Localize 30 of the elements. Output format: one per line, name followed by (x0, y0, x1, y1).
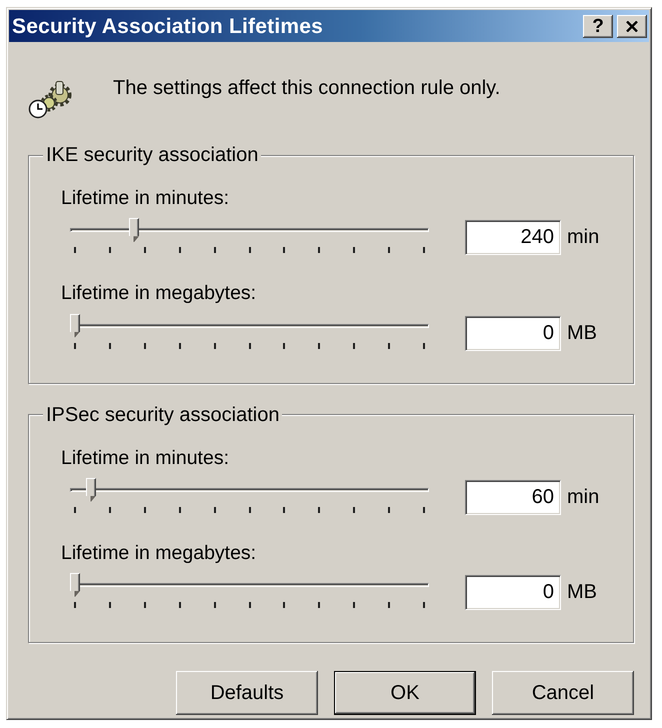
slider-track[interactable] (70, 218, 429, 242)
value-field[interactable]: 240 (465, 220, 561, 256)
group-title: IKE security association (43, 144, 262, 166)
slider-track[interactable] (70, 478, 429, 502)
window-title: Security Association Lifetimes (12, 16, 324, 36)
slider-thumb[interactable] (129, 218, 139, 242)
slider-track[interactable] (70, 314, 429, 338)
unit-label: min (567, 484, 600, 510)
dialog-button[interactable]: Cancel (492, 671, 634, 715)
help-button[interactable]: ? (583, 14, 613, 38)
setting-label: Lifetime in megabytes: (61, 282, 256, 304)
dialog-button[interactable]: Defaults (176, 671, 318, 715)
unit-label: MB (567, 320, 597, 346)
group-title: IPSec security association (43, 404, 282, 426)
slider-thumb[interactable] (70, 573, 80, 597)
info-text: The settings affect this connection rule only. (113, 77, 500, 99)
value-field[interactable]: 0 (465, 316, 561, 350)
slider-track[interactable] (70, 573, 429, 597)
value-field[interactable]: 60 (465, 480, 561, 515)
setting-label: Lifetime in megabytes: (61, 542, 256, 564)
slider-thumb[interactable] (86, 478, 96, 502)
setting-label: Lifetime in minutes: (61, 187, 229, 209)
slider-thumb[interactable] (70, 314, 80, 338)
close-button[interactable] (617, 14, 647, 38)
dialog-button[interactable]: OK (334, 671, 476, 715)
setting-label: Lifetime in minutes: (61, 446, 229, 468)
unit-label: MB (567, 580, 597, 605)
value-field[interactable]: 0 (465, 575, 561, 610)
unit-label: min (567, 225, 600, 250)
close-icon (626, 20, 638, 32)
